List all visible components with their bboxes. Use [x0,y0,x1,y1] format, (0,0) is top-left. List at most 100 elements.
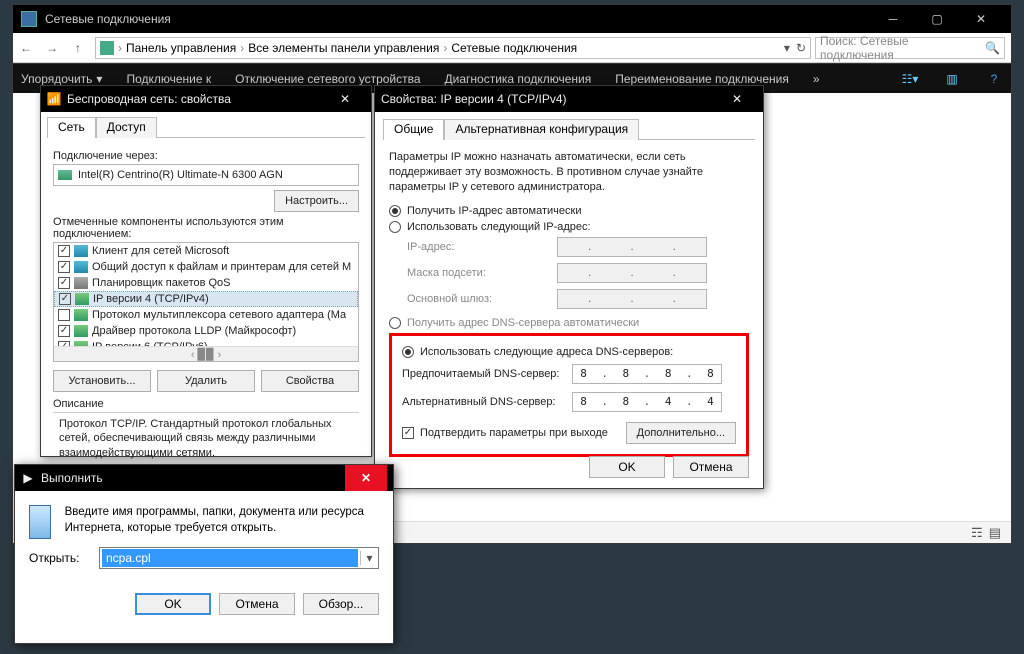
radio-manual-dns[interactable]: Использовать следующие адреса DNS-сервер… [402,346,736,358]
wireless-properties-dialog: 📶 Беспроводная сеть: свойства ✕ Сеть Дос… [40,85,372,457]
dropdown-icon[interactable]: ▾ [360,551,378,565]
list-item[interactable]: ✓Клиент для сетей Microsoft [54,243,358,259]
wifi-titlebar[interactable]: 📶 Беспроводная сеть: свойства ✕ [41,86,371,112]
tab-general[interactable]: Общие [383,119,444,140]
toolbar-organize[interactable]: Упорядочить ▾ [21,72,102,86]
explorer-titlebar[interactable]: Сетевые подключения ─ ▢ ✕ [13,5,1011,33]
details-view-icon[interactable]: ☶ [971,525,983,541]
gw-label: Основной шлюз: [407,293,557,305]
ipv4-properties-dialog: Свойства: IP версии 4 (TCP/IPv4) ✕ Общие… [374,85,764,489]
back-button[interactable]: ← [13,36,39,60]
checkbox[interactable]: ✓ [58,245,70,257]
ok-button[interactable]: OK [135,593,211,615]
properties-button[interactable]: Свойства [261,370,359,392]
checkbox[interactable]: ✓ [59,293,71,305]
alt-dns-label: Альтернативный DNS-сервер: [402,396,572,408]
components-list[interactable]: ✓Клиент для сетей Microsoft ✓Общий досту… [53,242,359,362]
list-item[interactable]: ✓Планировщик пакетов QoS [54,275,358,291]
search-input[interactable]: Поиск: Сетевые подключения 🔍 [815,37,1005,59]
description-label: Описание [53,398,359,410]
tab-access[interactable]: Доступ [96,117,157,138]
ip-input: ... [557,237,707,257]
alt-dns-input[interactable]: 8. 8. 4. 4 [572,392,722,412]
lldp-icon [74,325,88,337]
up-button[interactable]: ↑ [65,36,91,60]
refresh-icon[interactable]: ↻ [796,41,806,55]
pref-dns-input[interactable]: 8. 8. 8. 8 [572,364,722,384]
radio-icon [389,205,401,217]
client-icon [74,245,88,257]
uninstall-button[interactable]: Удалить [157,370,255,392]
install-button[interactable]: Установить... [53,370,151,392]
pref-dns-label: Предпочитаемый DNS-сервер: [402,368,572,380]
checkbox[interactable]: ✓ [58,277,70,289]
mask-input: ... [557,263,707,283]
run-body: Введите имя программы, папки, документа … [15,491,393,539]
explorer-title: Сетевые подключения [45,12,171,26]
qos-icon [74,277,88,289]
toolbar-connect[interactable]: Подключение к [126,72,211,86]
cancel-button[interactable]: Отмена [673,456,749,478]
list-item[interactable]: ✓Драйвер протокола LLDP (Майкрософт) [54,323,358,339]
list-item[interactable]: ✓Общий доступ к файлам и принтерам для с… [54,259,358,275]
ipv4-title: Свойства: IP версии 4 (TCP/IPv4) [381,92,567,106]
minimize-button[interactable]: ─ [871,5,915,33]
tab-alt-config[interactable]: Альтернативная конфигурация [444,119,639,140]
advanced-button[interactable]: Дополнительно... [626,422,736,444]
checkbox[interactable] [58,309,70,321]
cancel-button[interactable]: Отмена [219,593,295,615]
breadcrumb-item[interactable]: Все элементы панели управления [248,41,439,55]
radio-auto-dns[interactable]: Получить адрес DNS-сервера автоматически [389,317,749,329]
toolbar-disable[interactable]: Отключение сетевого устройства [235,72,420,86]
forward-button[interactable]: → [39,36,65,60]
toolbar-more[interactable]: » [813,72,820,86]
close-button[interactable]: ✕ [717,92,757,106]
list-item[interactable]: Протокол мультиплексора сетевого адаптер… [54,307,358,323]
close-button[interactable]: ✕ [959,5,1003,33]
help-icon[interactable]: ? [985,70,1003,88]
ipv4-titlebar[interactable]: Свойства: IP версии 4 (TCP/IPv4) ✕ [375,86,763,112]
window-controls: ─ ▢ ✕ [871,5,1003,33]
open-label: Открыть: [29,551,89,565]
breadcrumb-item[interactable]: Панель управления [126,41,236,55]
wifi-tabs: Сеть Доступ [47,116,365,138]
tab-network[interactable]: Сеть [47,117,96,138]
radio-manual-ip[interactable]: Использовать следующий IP-адрес: [389,221,749,233]
view-options-icon[interactable]: ☷▾ [901,70,919,88]
wifi-body: Подключение через: Intel(R) Centrino(R) … [41,138,371,472]
control-panel-icon [100,41,114,55]
maximize-button[interactable]: ▢ [915,5,959,33]
ipv4-footer: OK Отмена [589,456,749,478]
radio-icon [389,317,401,329]
checkbox[interactable]: ✓ [58,261,70,273]
preview-pane-icon[interactable]: ▥ [943,70,961,88]
validate-checkbox[interactable]: ✓ [402,427,414,439]
toolbar-diagnose[interactable]: Диагностика подключения [445,72,592,86]
checkbox[interactable]: ✓ [58,325,70,337]
configure-button[interactable]: Настроить... [274,190,359,212]
ipv4-body: Параметры IP можно назначать автоматичес… [375,140,763,467]
dropdown-icon[interactable]: ▾ [784,41,790,55]
list-item[interactable]: ✓IP версии 4 (TCP/IPv4) [54,291,358,307]
ipv4-tabs: Общие Альтернативная конфигурация [383,118,755,140]
close-button[interactable]: ✕ [345,465,387,491]
radio-auto-ip[interactable]: Получить IP-адрес автоматически [389,205,749,217]
breadcrumb-item[interactable]: Сетевые подключения [451,41,577,55]
gateway-input: ... [557,289,707,309]
close-button[interactable]: ✕ [325,92,365,106]
wifi-title: Беспроводная сеть: свойства [67,92,231,106]
search-icon: 🔍 [985,41,1000,55]
components-label: Отмеченные компоненты используются этим … [53,216,359,240]
run-titlebar[interactable]: ▶ Выполнить ✕ [15,465,393,491]
horizontal-scrollbar[interactable]: ‹ ▉▉ › [54,346,358,361]
open-value: ncpa.cpl [102,549,358,567]
toolbar-rename[interactable]: Переименование подключения [615,72,789,86]
chevron-icon: › [118,41,122,55]
ok-button[interactable]: OK [589,456,665,478]
tiles-view-icon[interactable]: ▤ [989,525,1001,541]
network-connections-icon [21,11,37,27]
breadcrumb-bar[interactable]: › Панель управления› Все элементы панели… [95,37,811,59]
radio-icon [389,221,401,233]
open-combobox[interactable]: ncpa.cpl ▾ [99,547,379,569]
browse-button[interactable]: Обзор... [303,593,379,615]
